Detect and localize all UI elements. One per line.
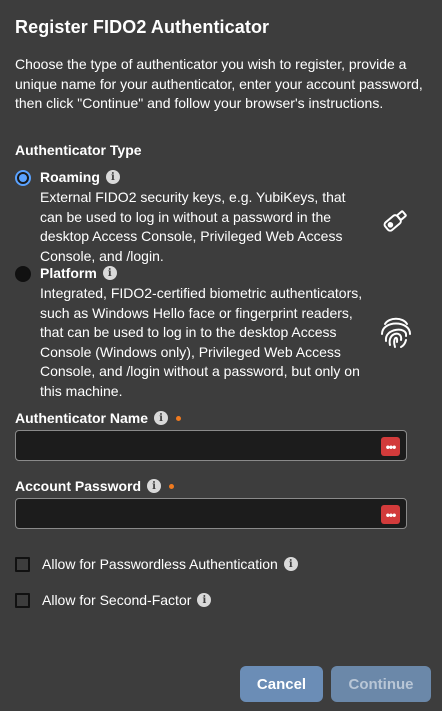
- info-icon[interactable]: i: [154, 411, 169, 425]
- passwordless-checkbox-row[interactable]: Allow for Passwordless Authentication i: [15, 556, 298, 572]
- info-icon[interactable]: i: [283, 557, 298, 571]
- second-factor-label: Allow for Second-Factor: [42, 592, 192, 608]
- register-fido2-dialog: Register FIDO2 Authenticator Choose the …: [0, 0, 442, 711]
- platform-title: Platform i: [40, 265, 117, 281]
- account-password-label-text: Account Password: [15, 478, 142, 494]
- authenticator-type-label: Authenticator Type: [15, 142, 142, 158]
- roaming-description: External FIDO2 security keys, e.g. YubiK…: [40, 189, 346, 264]
- platform-label: Platform: [40, 265, 97, 281]
- password-manager-icon[interactable]: •••: [381, 437, 400, 456]
- authenticator-name-label-text: Authenticator Name: [15, 410, 149, 426]
- required-indicator: [176, 415, 182, 421]
- platform-description: Integrated, FIDO2-certified biometric au…: [40, 285, 363, 399]
- fingerprint-icon: [381, 317, 411, 348]
- option-platform[interactable]: Platform i Integrated, FIDO2-certified b…: [15, 265, 430, 399]
- roaming-label: Roaming: [40, 169, 100, 185]
- second-factor-checkbox-row[interactable]: Allow for Second-Factor i: [15, 592, 212, 608]
- account-password-label: Account Password i: [15, 478, 175, 494]
- authenticator-name-label: Authenticator Name i: [15, 410, 182, 426]
- platform-radio[interactable]: [15, 266, 31, 282]
- info-icon[interactable]: i: [102, 266, 117, 280]
- info-icon[interactable]: i: [197, 593, 212, 607]
- usb-key-icon: [383, 210, 407, 232]
- info-icon[interactable]: i: [105, 170, 120, 184]
- password-manager-icon[interactable]: •••: [381, 505, 400, 524]
- passwordless-label: Allow for Passwordless Authentication: [42, 556, 278, 572]
- authenticator-name-input[interactable]: •••: [15, 430, 407, 461]
- cancel-button[interactable]: Cancel: [240, 666, 323, 702]
- roaming-title: Roaming i: [40, 169, 120, 185]
- required-indicator: [169, 483, 175, 489]
- info-icon[interactable]: i: [147, 479, 162, 493]
- dialog-title: Register FIDO2 Authenticator: [15, 17, 270, 37]
- roaming-radio[interactable]: [15, 170, 31, 186]
- account-password-input[interactable]: •••: [15, 498, 407, 529]
- second-factor-checkbox[interactable]: [15, 592, 30, 608]
- passwordless-checkbox[interactable]: [15, 556, 30, 572]
- continue-button[interactable]: Continue: [331, 666, 431, 702]
- dialog-intro: Choose the type of authenticator you wis…: [15, 56, 423, 111]
- option-roaming[interactable]: Roaming i External FIDO2 security keys, …: [15, 169, 430, 264]
